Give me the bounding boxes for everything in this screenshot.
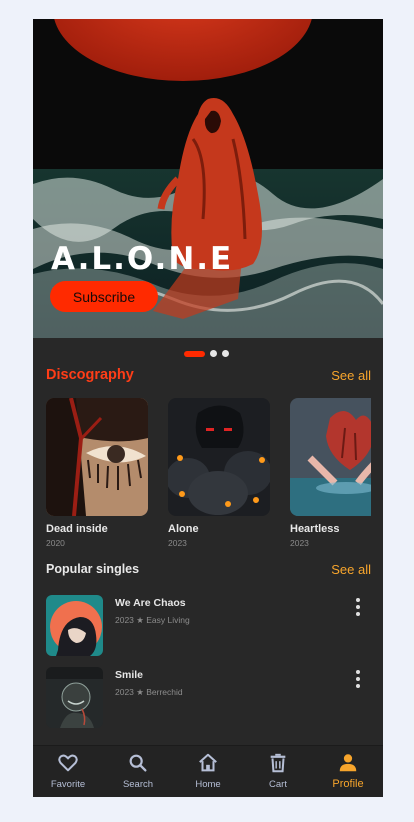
album-name: Alone xyxy=(168,523,199,535)
album-name: Dead inside xyxy=(46,523,108,535)
carousel-dot[interactable] xyxy=(222,350,229,357)
popular-singles-title: Popular singles xyxy=(46,562,140,576)
nav-label: Favorite xyxy=(50,779,86,790)
nav-label: Home xyxy=(195,779,221,790)
nav-label: Cart xyxy=(269,779,287,790)
single-row[interactable]: We Are Chaos 2023 ★ Easy Living xyxy=(46,595,371,657)
nav-profile[interactable]: Profile xyxy=(313,746,383,797)
album-name: Heartless xyxy=(290,523,340,535)
single-title: Smile xyxy=(115,669,144,681)
album-card[interactable]: Heartless 2023 xyxy=(290,398,371,548)
discography-title: Discography xyxy=(46,367,134,383)
carousel-indicator xyxy=(184,350,229,357)
album-carousel[interactable]: Dead inside 2020 Alone 2023 Heartless 20… xyxy=(46,398,371,553)
single-cover-we-are-chaos xyxy=(46,595,103,656)
nav-favorite[interactable]: Favorite xyxy=(33,746,103,797)
nav-search[interactable]: Search xyxy=(103,746,173,797)
album-cover-dead-inside xyxy=(46,398,148,516)
single-title: We Are Chaos xyxy=(115,597,186,609)
home-icon xyxy=(199,753,217,772)
search-icon xyxy=(129,754,147,772)
heart-icon xyxy=(58,754,78,772)
carousel-dot-active[interactable] xyxy=(184,350,205,357)
more-options-icon[interactable] xyxy=(354,670,362,688)
album-year: 2023 xyxy=(168,538,187,548)
popular-singles-see-all-link[interactable]: See all xyxy=(331,562,371,577)
album-card[interactable]: Alone 2023 xyxy=(168,398,270,548)
nav-label: Search xyxy=(122,779,154,790)
album-year: 2023 xyxy=(290,538,309,548)
album-cover-heartless xyxy=(290,398,371,516)
nav-cart[interactable]: Cart xyxy=(243,746,313,797)
single-meta: 2023 ★ Berrechid xyxy=(115,687,183,697)
trash-icon xyxy=(270,753,286,773)
album-card[interactable]: Dead inside 2020 xyxy=(46,398,148,548)
user-icon xyxy=(339,754,357,772)
hero-banner[interactable]: A.L.O.N.E Subscribe xyxy=(33,19,383,338)
app-screen: A.L.O.N.E Subscribe Discography See all xyxy=(33,19,383,797)
single-cover-smile xyxy=(46,667,103,728)
subscribe-button[interactable]: Subscribe xyxy=(50,281,158,312)
bottom-navigation: Favorite Search Home Cart Profile xyxy=(33,745,383,797)
more-options-icon[interactable] xyxy=(354,598,362,616)
album-cover-alone xyxy=(168,398,270,516)
single-meta: 2023 ★ Easy Living xyxy=(115,615,190,625)
carousel-dot[interactable] xyxy=(210,350,217,357)
discography-see-all-link[interactable]: See all xyxy=(331,368,371,383)
nav-home[interactable]: Home xyxy=(173,746,243,797)
single-row[interactable]: Smile 2023 ★ Berrechid xyxy=(46,667,371,729)
nav-label: Profile xyxy=(332,778,364,790)
album-year: 2020 xyxy=(46,538,65,548)
hero-title: A.L.O.N.E xyxy=(51,241,234,277)
